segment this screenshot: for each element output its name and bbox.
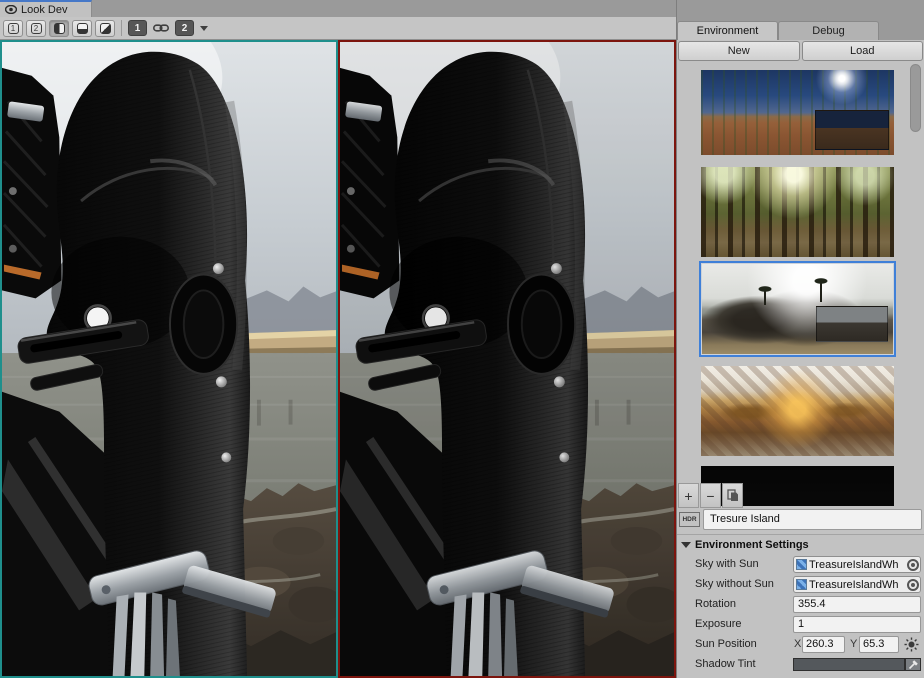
shadow-tint-row: Shadow Tint — [677, 656, 924, 674]
sky-without-sun-row: Sky without Sun TreasureIslandWh — [677, 576, 924, 594]
sun-position-row: Sun Position X 260.3 Y 65.3 — [677, 636, 924, 654]
desert-shadow-inset — [815, 110, 889, 150]
view-2-icon: 2 — [31, 23, 42, 34]
sun-position-picker-button[interactable] — [904, 637, 919, 652]
exposure-row: Exposure 1 — [677, 616, 924, 634]
eye-icon — [5, 5, 17, 14]
palm-tree-icon — [764, 290, 766, 305]
divider — [677, 534, 924, 535]
hdri-thumbnail-desert[interactable] — [701, 70, 894, 155]
sky-without-sun-label: Sky without Sun — [695, 578, 774, 590]
link-cameras-button[interactable] — [150, 20, 172, 37]
island-shadow-inset — [816, 306, 888, 342]
exposure-field[interactable]: 1 — [793, 616, 921, 633]
cubemap-icon — [796, 579, 807, 590]
hdri-name-field[interactable]: Tresure Island — [703, 509, 922, 530]
rotation-label: Rotation — [695, 598, 736, 610]
sky-with-sun-value: TreasureIslandWh — [809, 559, 907, 571]
camera-2-toggle[interactable]: 2 — [175, 20, 194, 36]
sun-y-field[interactable]: 65.3 — [859, 636, 899, 653]
sky-with-sun-row: Sky with Sun TreasureIslandWh — [677, 556, 924, 574]
object-picker-icon[interactable] — [907, 559, 919, 571]
church-panorama — [701, 366, 894, 456]
lookdev-window: { "colors": { "view1_frame": "#1f8f8c", … — [0, 0, 924, 678]
cubemap-icon — [796, 559, 807, 570]
remove-environment-button[interactable]: − — [700, 483, 721, 508]
lookdev-tab[interactable]: Look Dev — [0, 0, 92, 17]
sun-x-field[interactable]: 260.3 — [802, 636, 845, 653]
render-view-1[interactable] — [0, 40, 338, 678]
side-by-side-button[interactable] — [49, 20, 69, 37]
sun-position-label: Sun Position — [695, 638, 757, 650]
render-view-1-scene — [2, 42, 336, 676]
link-icon — [153, 23, 169, 33]
window-title: Look Dev — [21, 4, 67, 16]
sky-without-sun-value: TreasureIslandWh — [809, 579, 907, 591]
hdri-thumbnail-list — [677, 62, 909, 506]
eyedropper-button[interactable] — [905, 658, 921, 671]
rotation-field[interactable]: 355.4 — [793, 596, 921, 613]
sky-with-sun-label: Sky with Sun — [695, 558, 759, 570]
view-1-icon: 1 — [8, 23, 19, 34]
object-picker-icon[interactable] — [907, 579, 919, 591]
hdri-thumbnail-island-selected[interactable] — [699, 261, 896, 357]
toolbar-separator — [121, 20, 122, 36]
sun-x-label: X — [794, 638, 801, 650]
sun-icon — [904, 637, 919, 652]
split-diagonal-icon — [100, 23, 111, 34]
library-edit-buttons: + − — [678, 483, 743, 508]
shadow-tint-label: Shadow Tint — [695, 658, 756, 670]
eyedropper-icon — [908, 659, 919, 670]
render-view-2[interactable] — [338, 40, 676, 678]
sun-y-label: Y — [850, 638, 857, 650]
thumbnail-scrollbar[interactable] — [910, 64, 921, 132]
add-environment-button[interactable]: + — [678, 483, 699, 508]
duplicate-environment-button[interactable] — [722, 483, 743, 508]
desert-panorama — [701, 70, 894, 155]
single-view-1-button[interactable]: 1 — [3, 20, 23, 37]
duplicate-icon — [727, 489, 739, 502]
palm-tree-icon — [820, 282, 822, 302]
split-horizontal-icon — [77, 23, 88, 34]
forest-panorama — [701, 167, 894, 257]
toolbar-dropdown[interactable] — [197, 20, 211, 37]
zone-button[interactable] — [95, 20, 115, 37]
tab-debug[interactable]: Debug — [778, 21, 879, 40]
environment-panel: Environment Debug New Load — [676, 0, 924, 678]
new-button[interactable]: New — [678, 41, 800, 61]
sky-without-sun-field[interactable]: TreasureIslandWh — [793, 576, 921, 593]
single-view-2-button[interactable]: 2 — [26, 20, 46, 37]
exposure-label: Exposure — [695, 618, 741, 630]
hdri-thumbnail-church[interactable] — [701, 366, 894, 456]
lookdev-viewport — [0, 40, 676, 678]
rotation-row: Rotation 355.4 — [677, 596, 924, 614]
shadow-tint-swatch[interactable] — [793, 658, 905, 671]
library-actions: New Load — [678, 41, 923, 61]
split-vertical-icon — [54, 23, 65, 34]
foldout-icon — [681, 537, 691, 553]
environment-settings-title: Environment Settings — [695, 539, 809, 551]
hdri-thumbnail-forest[interactable] — [701, 167, 894, 257]
hdri-name-row: HDR Tresure Island — [679, 509, 922, 531]
sky-with-sun-field[interactable]: TreasureIslandWh — [793, 556, 921, 573]
lookdev-toolbar: 1 2 1 2 — [0, 17, 676, 40]
load-button[interactable]: Load — [802, 41, 924, 61]
island-panorama — [702, 264, 893, 354]
environment-settings-header[interactable]: Environment Settings — [677, 537, 924, 553]
split-zone-button[interactable] — [72, 20, 92, 37]
render-view-2-scene — [340, 42, 674, 676]
camera-1-toggle[interactable]: 1 — [128, 20, 147, 36]
hdr-badge: HDR — [679, 512, 700, 527]
tab-environment[interactable]: Environment — [677, 21, 778, 40]
